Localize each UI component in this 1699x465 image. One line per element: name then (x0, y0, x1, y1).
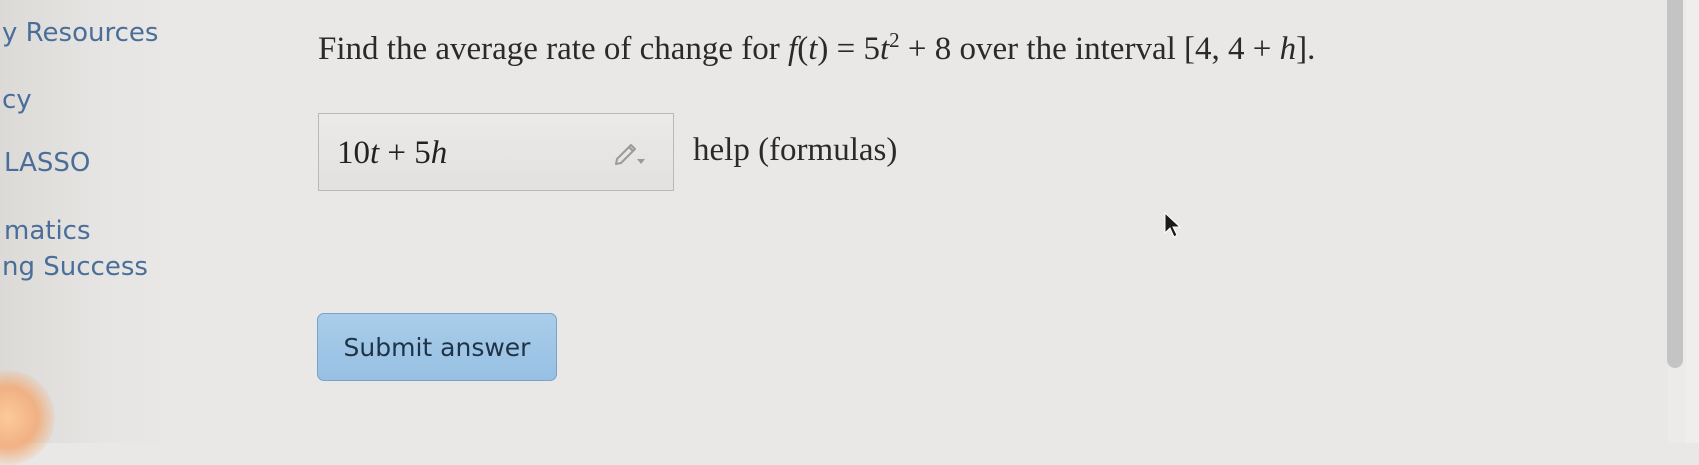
sidebar-item-lasso[interactable]: LASSO (4, 148, 90, 178)
sidebar-item-matics[interactable]: matics (4, 216, 91, 246)
answer-input[interactable]: 10t + 5h (318, 113, 674, 191)
pencil-icon[interactable] (613, 141, 647, 167)
answer-value: 10t + 5h (337, 135, 448, 171)
sidebar-item-success[interactable]: ng Success (2, 252, 148, 282)
question-text: Find the average rate of change for f(t)… (318, 28, 1316, 67)
submit-answer-button[interactable]: Submit answer (317, 313, 557, 381)
scrollbar-thumb[interactable] (1667, 0, 1683, 368)
help-formulas-link[interactable]: help (formulas) (693, 132, 897, 169)
cursor-icon (1164, 211, 1182, 238)
sidebar-item-resources[interactable]: y Resources (2, 18, 158, 48)
sidebar-item-cy[interactable]: cy (2, 85, 32, 115)
window-edge (1686, 0, 1699, 443)
